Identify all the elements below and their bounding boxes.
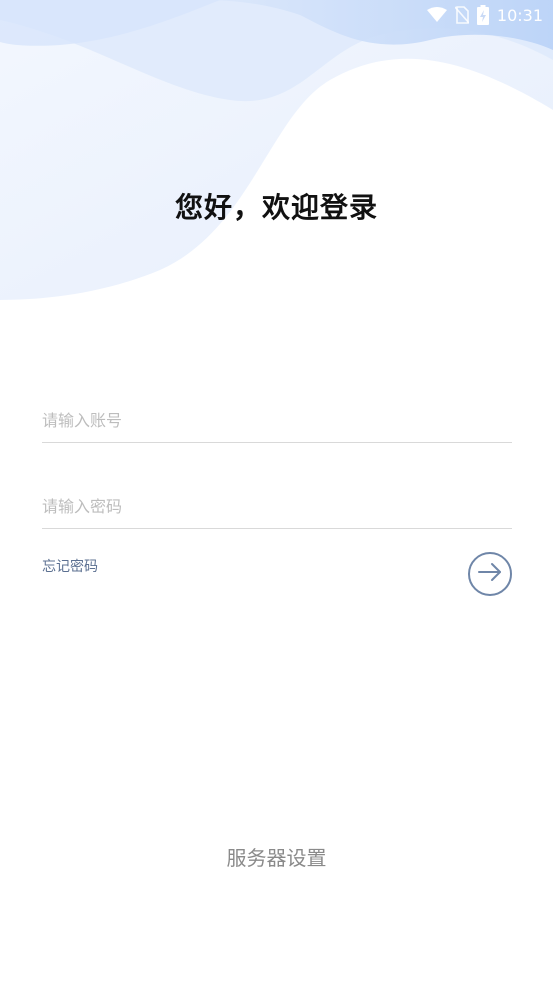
login-submit-button[interactable] <box>468 552 512 596</box>
account-field <box>42 398 512 443</box>
password-input[interactable] <box>42 484 512 528</box>
forgot-password-link[interactable]: 忘记密码 <box>42 556 98 576</box>
header-wave-background <box>0 0 553 300</box>
page-title: 您好，欢迎登录 <box>174 191 378 224</box>
no-sim-icon <box>454 6 469 24</box>
server-settings-button[interactable]: 服务器设置 <box>0 842 553 871</box>
wifi-icon <box>426 7 447 23</box>
battery-charging-icon <box>476 5 489 25</box>
arrow-right-icon <box>477 562 503 586</box>
password-field <box>42 484 512 529</box>
account-input[interactable] <box>42 398 512 442</box>
status-bar: 10:31 <box>426 0 543 30</box>
status-time: 10:31 <box>496 5 543 25</box>
